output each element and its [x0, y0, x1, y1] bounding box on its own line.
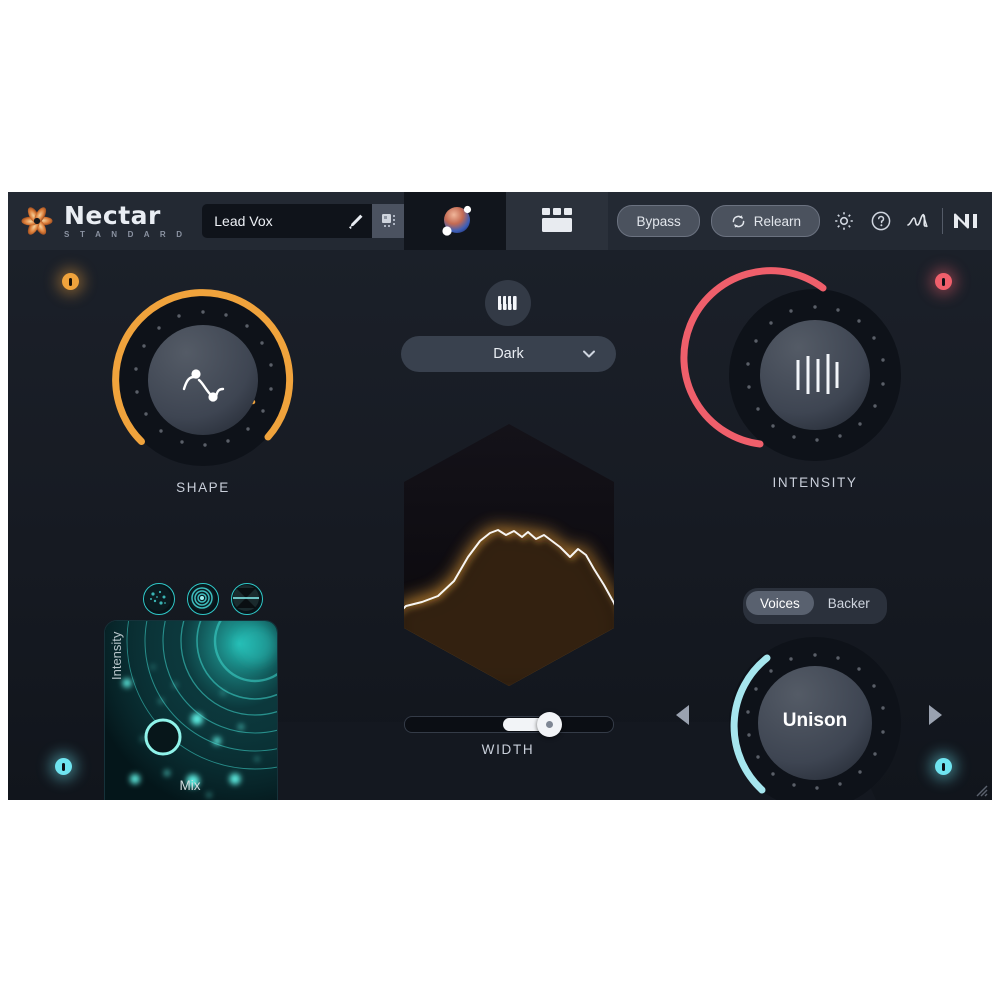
unmask-grid-icon	[382, 213, 398, 229]
preset-name-field[interactable]: Lead Vox	[202, 204, 339, 238]
relearn-button[interactable]: Relearn	[710, 205, 820, 237]
question-circle-icon	[869, 209, 893, 233]
preset-name-value: Lead Vox	[214, 213, 273, 229]
voice-mode-toggle[interactable]: Voices Backer	[743, 588, 887, 624]
voices-next-arrow-right-icon[interactable]	[929, 705, 942, 725]
refresh-circle-icon	[730, 213, 747, 230]
relearn-label: Relearn	[753, 213, 801, 229]
tone-preset-dropdown[interactable]: Dark	[401, 336, 616, 372]
rings-preset-icon[interactable]	[187, 583, 219, 615]
hourglass-preset-icon[interactable]	[231, 583, 263, 615]
view-tab-group	[404, 192, 608, 250]
voice-mode-option-backer[interactable]: Backer	[814, 591, 884, 615]
voices-led-indicator[interactable]	[935, 758, 952, 775]
voice-mode-option-voices[interactable]: Voices	[746, 591, 814, 615]
width-slider[interactable]: WIDTH	[404, 712, 614, 757]
shape-led-indicator[interactable]	[62, 273, 79, 290]
nectar-plugin-window: Nectar S T A N D A R D Lead Vox Bypass R…	[8, 192, 992, 800]
width-label: WIDTH	[481, 742, 535, 757]
voices-knob[interactable]: Unison VOICES	[720, 628, 910, 800]
brand-block: Nectar S T A N D A R D	[64, 203, 186, 239]
bypass-label: Bypass	[636, 213, 681, 229]
chevron-down-icon	[580, 345, 598, 363]
piano-button[interactable]	[485, 280, 531, 326]
intensity-label: INTENSITY	[772, 475, 858, 490]
plugin-header: Nectar S T A N D A R D Lead Vox Bypass R…	[8, 192, 992, 250]
bypass-button[interactable]: Bypass	[617, 205, 700, 237]
modules-view-tab[interactable]	[506, 192, 608, 250]
edit-preset-button[interactable]	[338, 204, 373, 238]
gear-icon	[832, 209, 856, 233]
voices-value: Unison	[782, 710, 848, 731]
resize-grip-icon[interactable]	[972, 781, 988, 797]
orb-icon	[433, 201, 477, 241]
voices-prev-arrow-left-icon[interactable]	[676, 705, 689, 725]
piano-keys-icon	[496, 292, 520, 314]
brand-subtitle: S T A N D A R D	[64, 230, 187, 239]
settings-button[interactable]	[831, 208, 857, 234]
width-slider-track[interactable]	[404, 712, 614, 737]
xy-preset-icon-row	[143, 583, 263, 615]
intensity-led-indicator[interactable]	[935, 273, 952, 290]
intensity-mix-xy-pad[interactable]	[104, 620, 278, 800]
hexagon-spectrum-visualizer[interactable]	[398, 420, 620, 690]
mix-led-indicator[interactable]	[55, 758, 72, 775]
plugin-body: SHAPE INTENSITY Dark WIDTH Voices Backer…	[8, 250, 992, 800]
tone-preset-value: Dark	[493, 346, 524, 362]
texture-preset-icon[interactable]	[143, 583, 175, 615]
xy-pad-x-label: Mix	[179, 778, 201, 793]
signature-squiggle-icon	[905, 209, 931, 233]
help-button[interactable]	[868, 208, 894, 234]
header-divider	[942, 208, 943, 234]
scribble-button[interactable]	[905, 208, 931, 234]
header-right-group: Bypass Relearn	[617, 192, 980, 250]
screenshot-root: Nectar S T A N D A R D Lead Vox Bypass R…	[0, 0, 1000, 1000]
intensity-knob[interactable]: INTENSITY	[680, 267, 910, 490]
orb-view-tab[interactable]	[404, 192, 506, 250]
shape-knob[interactable]: SHAPE	[108, 285, 298, 495]
xy-pad-y-label: Intensity	[109, 631, 124, 680]
shape-label: SHAPE	[176, 480, 230, 495]
native-instruments-logo[interactable]	[954, 208, 980, 234]
brand-name: Nectar	[64, 201, 161, 230]
modules-grid-icon	[535, 204, 579, 238]
width-slider-handle[interactable]	[537, 712, 562, 737]
pencil-icon	[346, 212, 365, 231]
nectar-flower-logo-icon	[20, 204, 54, 238]
